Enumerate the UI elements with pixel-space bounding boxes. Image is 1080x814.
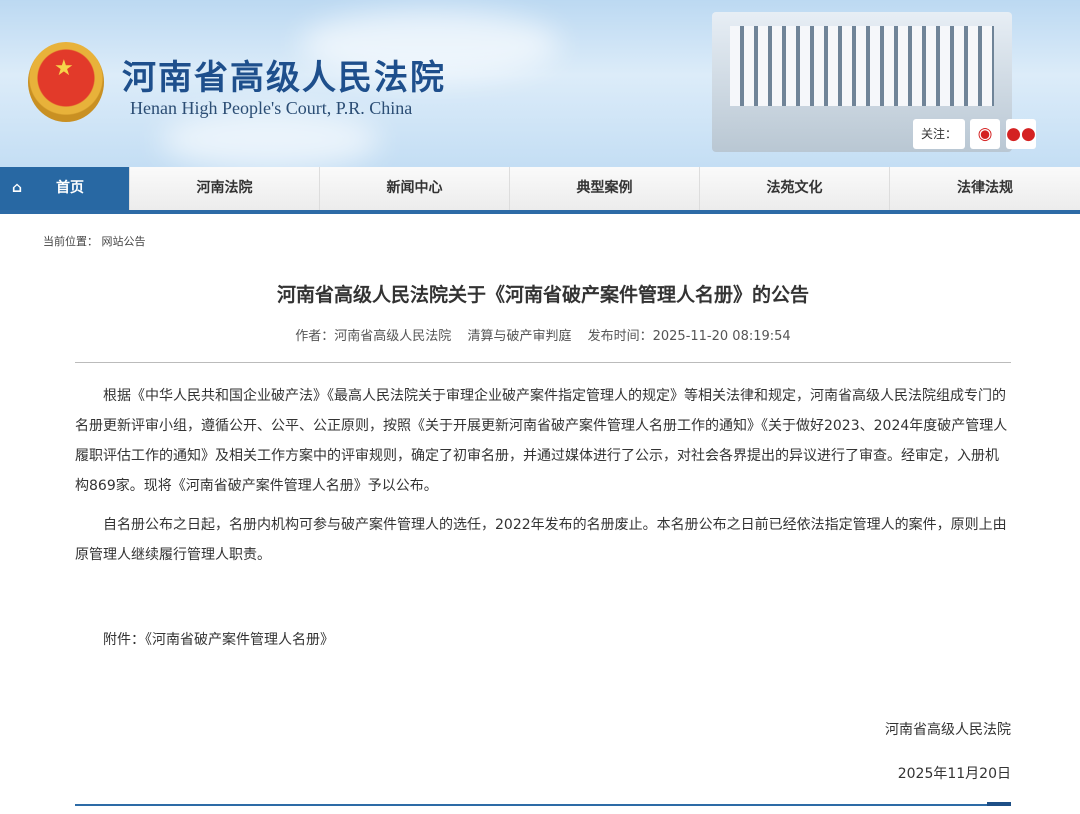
breadcrumb-current[interactable]: 网站公告	[102, 235, 146, 248]
attachment-link[interactable]: 附件：《河南省破产案件管理人名册》	[75, 625, 1011, 655]
article-body: 根据《中华人民共和国企业破产法》《最高人民法院关于审理企业破产案件指定管理人的规…	[75, 381, 1011, 789]
nav-laws[interactable]: 法律法规	[890, 167, 1080, 210]
nav-typical-cases[interactable]: 典型案例	[510, 167, 700, 210]
main-nav: ⌂首页 河南法院 新闻中心 典型案例 法苑文化 法律法规	[0, 167, 1080, 210]
site-header: ★ 河南省高级人民法院 Henan High People's Court, P…	[0, 0, 1080, 167]
article-title: 河南省高级人民法院关于《河南省破产案件管理人名册》的公告	[75, 280, 1011, 307]
nav-court-culture[interactable]: 法苑文化	[700, 167, 890, 210]
article-paragraph: 根据《中华人民共和国企业破产法》《最高人民法院关于审理企业破产案件指定管理人的规…	[75, 381, 1011, 501]
signature-date: 2025年11月20日	[75, 759, 1011, 789]
signature: 河南省高级人民法院	[75, 715, 1011, 745]
wechat-icon[interactable]: ●●	[1006, 119, 1036, 149]
follow-label: 关注：	[913, 119, 965, 149]
article-department: 清算与破产审判庭	[467, 329, 571, 344]
site-title: 河南省高级人民法院	[122, 50, 446, 99]
nav-divider	[0, 210, 1080, 214]
weibo-icon[interactable]: ◉	[970, 119, 1000, 149]
breadcrumb: 当前位置： 网站公告	[43, 233, 146, 249]
article-meta: 作者：河南省高级人民法院 清算与破产审判庭 发布时间：2025-11-20 08…	[75, 325, 1011, 363]
national-emblem-logo[interactable]: ★	[28, 42, 104, 122]
article-author: 作者：河南省高级人民法院	[295, 329, 451, 344]
nav-news-center[interactable]: 新闻中心	[320, 167, 510, 210]
home-icon: ⌂	[12, 167, 22, 210]
court-building-image	[712, 12, 1012, 152]
article: 河南省高级人民法院关于《河南省破产案件管理人名册》的公告 作者：河南省高级人民法…	[75, 280, 1011, 789]
article-publish-time: 发布时间：2025-11-20 08:19:54	[588, 329, 791, 344]
article-paragraph: 自名册公布之日起，名册内机构可参与破产案件管理人的选任，2022年发布的名册废止…	[75, 510, 1011, 570]
footer-divider	[75, 804, 1011, 806]
nav-henan-courts[interactable]: 河南法院	[130, 167, 320, 210]
nav-home[interactable]: ⌂首页	[0, 167, 130, 210]
site-title-english: Henan High People's Court, P.R. China	[130, 98, 412, 119]
